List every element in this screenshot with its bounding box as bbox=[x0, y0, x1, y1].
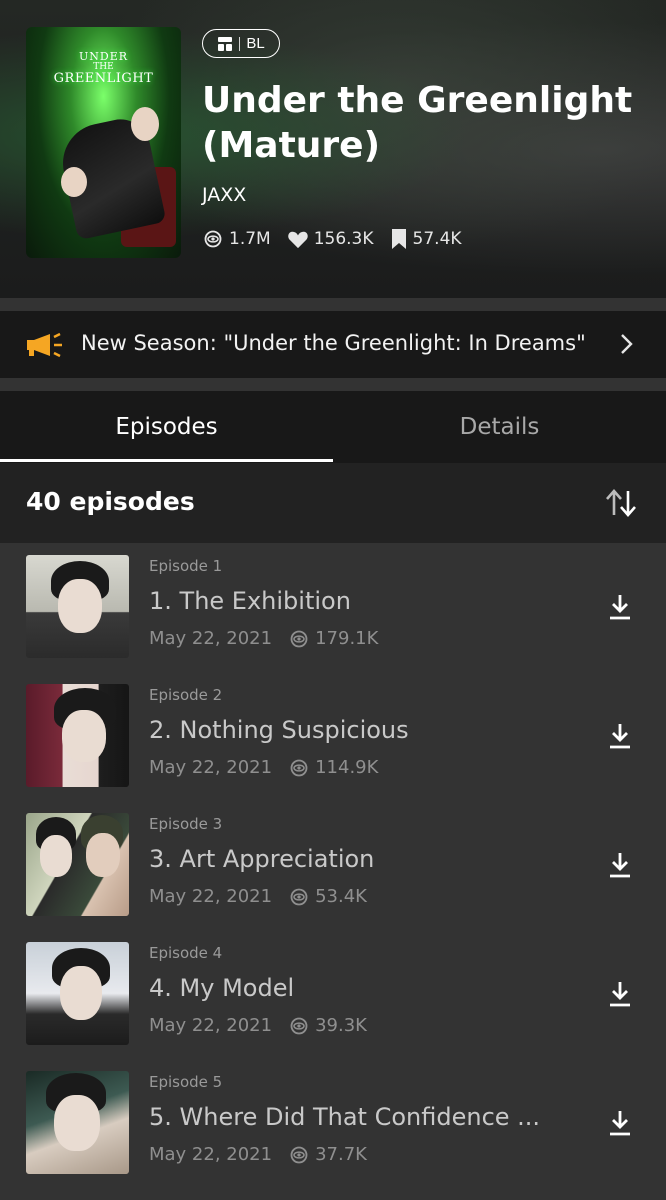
episode-row[interactable]: Episode 5 5. Where Did That Confidence .… bbox=[0, 1059, 666, 1188]
episode-label: Episode 3 bbox=[149, 815, 223, 833]
likes-count: 156.3K bbox=[313, 229, 374, 249]
episode-title: 4. My Model bbox=[149, 974, 295, 1002]
megaphone-icon bbox=[27, 332, 62, 358]
download-icon[interactable] bbox=[608, 722, 632, 750]
episode-thumbnail bbox=[26, 942, 129, 1045]
episode-label: Episode 5 bbox=[149, 1073, 223, 1091]
heart-icon bbox=[287, 231, 308, 249]
episode-views: 37.7K bbox=[288, 1144, 367, 1165]
genre-label: BL bbox=[246, 35, 265, 52]
episode-count-bar: 40 episodes bbox=[0, 463, 666, 543]
series-stats: 1.7M 156.3K 57.4K bbox=[202, 228, 478, 250]
cover-title-art: UNDER THE GREENLIGHT bbox=[53, 50, 154, 86]
episode-date: May 22, 2021 bbox=[149, 886, 273, 907]
episode-row[interactable]: Episode 2 2. Nothing Suspicious May 22, … bbox=[0, 672, 666, 801]
series-cover-image: UNDER THE GREENLIGHT bbox=[26, 27, 181, 258]
views-stat: 1.7M bbox=[202, 229, 271, 249]
tab-details[interactable]: Details bbox=[333, 391, 666, 463]
download-icon[interactable] bbox=[608, 851, 632, 879]
genre-grid-icon bbox=[218, 36, 233, 51]
episode-label: Episode 2 bbox=[149, 686, 223, 704]
episode-title: 2. Nothing Suspicious bbox=[149, 716, 409, 744]
bookmark-icon bbox=[391, 229, 406, 249]
tab-bar: Episodes Details bbox=[0, 391, 666, 463]
episode-thumbnail bbox=[26, 813, 129, 916]
subscribers-count: 57.4K bbox=[412, 229, 462, 249]
episode-meta: May 22, 2021 37.7K bbox=[149, 1144, 367, 1165]
download-icon[interactable] bbox=[608, 1109, 632, 1137]
likes-stat: 156.3K bbox=[287, 229, 374, 249]
genre-badge[interactable]: BL bbox=[202, 29, 280, 58]
download-icon[interactable] bbox=[608, 980, 632, 1008]
active-tab-indicator bbox=[0, 459, 333, 462]
series-title: Under the Greenlight (Mature) bbox=[202, 80, 633, 166]
tab-episodes[interactable]: Episodes bbox=[0, 391, 333, 463]
episode-meta: May 22, 2021 114.9K bbox=[149, 757, 378, 778]
eye-icon bbox=[290, 759, 308, 776]
episode-meta: May 22, 2021 39.3K bbox=[149, 1015, 367, 1036]
episode-count: 40 episodes bbox=[26, 487, 195, 516]
episode-meta: May 22, 2021 179.1K bbox=[149, 628, 378, 649]
episode-title: 3. Art Appreciation bbox=[149, 845, 375, 873]
episode-date: May 22, 2021 bbox=[149, 757, 273, 778]
episode-thumbnail bbox=[26, 555, 129, 658]
episode-row[interactable]: Episode 1 1. The Exhibition May 22, 2021… bbox=[0, 543, 666, 672]
episode-views: 179.1K bbox=[288, 628, 378, 649]
eye-icon bbox=[204, 230, 222, 248]
episode-row[interactable]: Episode 4 4. My Model May 22, 2021 39.3K bbox=[0, 930, 666, 1059]
episode-date: May 22, 2021 bbox=[149, 1015, 273, 1036]
episode-views: 114.9K bbox=[288, 757, 378, 778]
series-author[interactable]: JAXX bbox=[202, 184, 246, 206]
subscribers-stat: 57.4K bbox=[390, 228, 462, 250]
download-icon[interactable] bbox=[608, 593, 632, 621]
episode-title: 1. The Exhibition bbox=[149, 587, 351, 615]
episode-thumbnail bbox=[26, 1071, 129, 1174]
episode-title: 5. Where Did That Confidence ... bbox=[149, 1103, 541, 1131]
eye-icon bbox=[290, 1146, 308, 1163]
episode-views: 53.4K bbox=[288, 886, 367, 907]
eye-icon bbox=[290, 888, 308, 905]
episode-row[interactable]: Episode 3 3. Art Appreciation May 22, 20… bbox=[0, 801, 666, 930]
sort-icon[interactable] bbox=[604, 487, 638, 519]
episode-views: 39.3K bbox=[288, 1015, 367, 1036]
episode-thumbnail bbox=[26, 684, 129, 787]
eye-icon bbox=[290, 630, 308, 647]
new-season-banner[interactable]: New Season: "Under the Greenlight: In Dr… bbox=[0, 311, 666, 378]
episode-date: May 22, 2021 bbox=[149, 628, 273, 649]
episode-date: May 22, 2021 bbox=[149, 1144, 273, 1165]
chevron-right-icon bbox=[621, 334, 633, 354]
episode-meta: May 22, 2021 53.4K bbox=[149, 886, 367, 907]
eye-icon bbox=[290, 1017, 308, 1034]
episode-label: Episode 4 bbox=[149, 944, 223, 962]
series-header: UNDER THE GREENLIGHT BL Under the Greenl… bbox=[0, 0, 666, 298]
episode-label: Episode 1 bbox=[149, 557, 223, 575]
views-count: 1.7M bbox=[229, 229, 271, 249]
banner-text: New Season: "Under the Greenlight: In Dr… bbox=[81, 331, 586, 355]
